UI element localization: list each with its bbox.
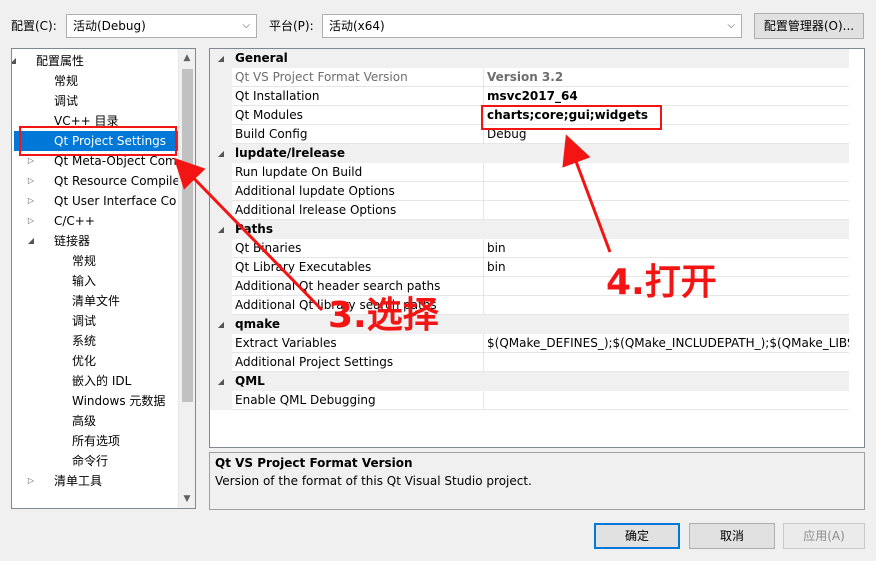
arrow-to-tree: [173, 157, 324, 312]
arrow-to-modules: [562, 134, 612, 253]
annotation-arrows: [173, 134, 612, 312]
annotation-step4: 4.打开: [606, 262, 717, 303]
annotation-step3: 3.选择: [328, 295, 439, 336]
